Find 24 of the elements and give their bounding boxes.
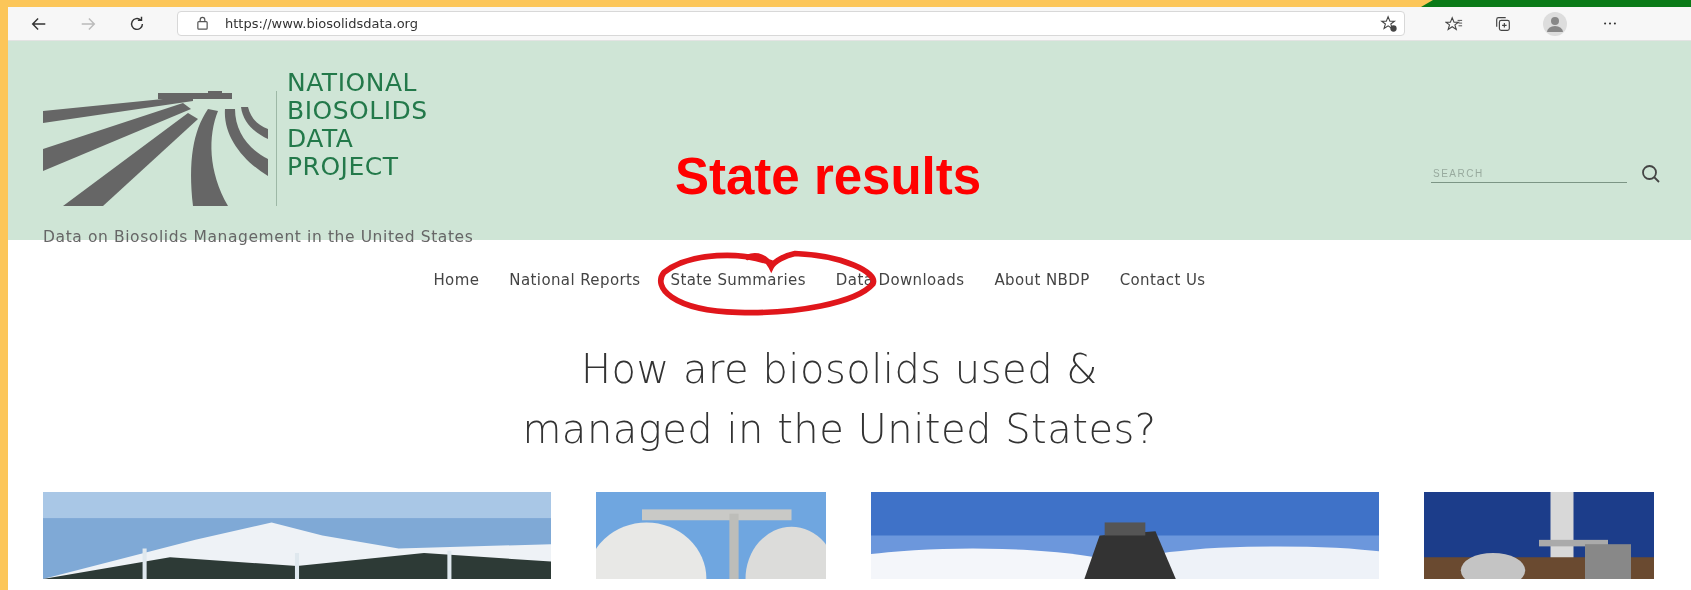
nav-link[interactable]: State Summaries: [670, 271, 806, 289]
reload-icon[interactable]: [128, 14, 146, 33]
nav-link[interactable]: National Reports: [509, 271, 641, 289]
url-text: https://www.biosolidsdata.org: [225, 16, 418, 31]
page-heading: How are biosolids used &: [580, 345, 1099, 394]
collections-icon[interactable]: [1494, 14, 1512, 33]
nav-link[interactable]: Contact Us: [1119, 271, 1206, 289]
more-icon[interactable]: [1603, 21, 1617, 26]
logo-text: NATIONAL: [287, 69, 418, 97]
search-field[interactable]: SEARCH: [1431, 165, 1627, 183]
page-heading: managed in the United States?: [521, 405, 1158, 454]
annotation-text: State results: [675, 147, 982, 207]
logo-text: BIOSOLIDS: [287, 97, 428, 125]
favorites-icon[interactable]: [1445, 14, 1463, 33]
lock-icon: [196, 16, 209, 31]
profile-avatar[interactable]: [1543, 11, 1567, 36]
tagline: Data on Biosolids Management in the United States: [43, 228, 474, 246]
nav-link[interactable]: About NBDP: [994, 271, 1090, 289]
nav-link[interactable]: Home: [433, 271, 480, 289]
search-icon[interactable]: [1641, 164, 1661, 184]
logo-text: DATA: [287, 125, 355, 153]
add-favorite-icon[interactable]: [1380, 14, 1398, 33]
logo-text: PROJECT: [287, 153, 400, 181]
address-field[interactable]: https://www.biosolidsdata.org: [177, 11, 1405, 36]
